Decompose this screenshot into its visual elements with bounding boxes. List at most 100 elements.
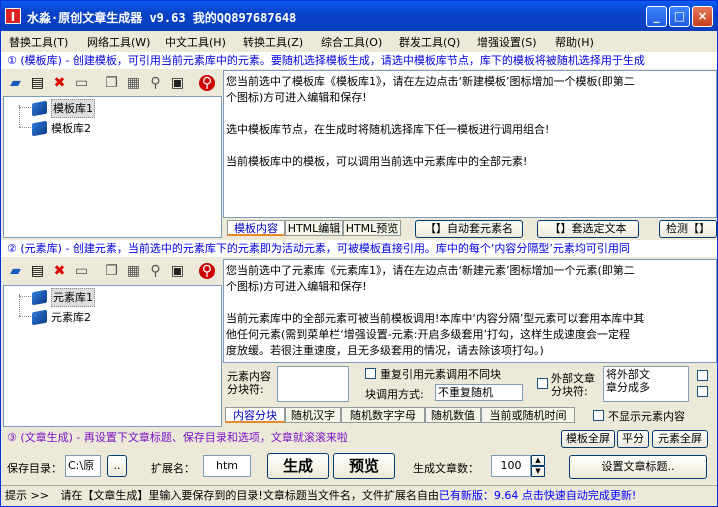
window-title: 水淼·原创文章生成器 v9.63 我的QQ897687648 [27,11,297,25]
extra-option-checkbox-2[interactable] [697,386,708,397]
menu-general-tools[interactable]: 综合工具(O) [321,34,382,50]
copy-icon[interactable]: ❐ [103,75,120,92]
set-article-title-button[interactable]: 设置文章标题.. [569,455,707,479]
menu-enhanced-settings[interactable]: 增强设置(S) [477,34,537,50]
extra-option-checkbox-1[interactable] [697,370,708,381]
save-icon[interactable]: ▣ [169,263,186,280]
extension-input[interactable]: htm [203,455,251,477]
template-section-heading: ① (模板库) - 创建模板，可引用当前元素库中的元素。要随机选择模板生成，请选… [1,52,717,69]
close-icon: × [697,9,708,23]
element-options-panel: 元素内容 分块符: 重复引用元素调用不同块 块调用方式: 不重复随机 外部文章 … [223,363,717,405]
hide-element-content-label: 不显示元素内容 [608,410,685,423]
external-article-checkbox[interactable] [537,378,548,389]
arrow-up-icon: ▲ [535,456,541,464]
apply-selected-text-button[interactable]: 【】套选定文本 [537,220,639,238]
update-link[interactable]: 已有新版：9.64 点击快速自动完成更新! [439,489,636,502]
tab-content-split[interactable]: 内容分块 [225,407,285,423]
tree-node-element-lib-1[interactable]: 元素库1 [32,288,95,307]
auto-apply-element-button[interactable]: 【】自动套元素名 [415,220,523,238]
tab-random-number[interactable]: 随机数值 [425,407,481,423]
repeat-call-label: 重复引用元素调用不同块 [380,368,501,381]
template-toolbar: ▰ ▤ ✖ ▭ ❐ ▦ ⚲ ▣ ⚲ [1,71,223,96]
save-icon[interactable]: ▣ [169,75,186,92]
element-fullscreen-button[interactable]: 元素全屏 [652,430,708,448]
menu-convert-tools[interactable]: 转换工具(Z) [243,34,303,50]
paste-icon[interactable]: ▦ [125,75,142,92]
app-window: I 水淼·原创文章生成器 v9.63 我的QQ897687648 _ □ × 替… [0,0,718,507]
status-prefix: 提示 >> [5,489,49,502]
menu-bar: 替换工具(T) 网络工具(W) 中文工具(H) 转换工具(Z) 综合工具(O) … [1,31,717,51]
menu-network-tools[interactable]: 网络工具(W) [87,34,150,50]
browse-button[interactable]: .. [107,455,127,477]
rename-icon[interactable]: ▭ [73,263,90,280]
clear-icon[interactable]: ⚲ [147,75,164,92]
search-icon[interactable]: ⚲ [199,75,215,91]
split-screen-button[interactable]: 平分 [617,430,649,448]
repeat-call-checkbox[interactable] [365,368,376,379]
new-library-icon[interactable]: ▰ [7,75,24,92]
template-content-area[interactable]: 您当前选中了模板库《模板库1》，请在左边点击‘新建模板’图标增加一个模板(即第二… [223,70,717,218]
tab-template-content[interactable]: 模板内容 [227,220,285,236]
app-icon[interactable]: I [5,8,21,24]
call-mode-label: 块调用方式: [365,388,424,401]
menu-chinese-tools[interactable]: 中文工具(H) [165,34,226,50]
book-icon [32,289,47,306]
external-splitter-label: 外部文章 分块符: [551,372,595,398]
maximize-icon: □ [673,9,686,23]
book-icon [32,309,47,325]
paste-icon[interactable]: ▦ [125,263,142,280]
element-section-heading: ② (元素库) - 创建元素，当前选中的元素库下的元素即为活动元素，可被模板直接… [1,240,717,257]
menu-replace-tools[interactable]: 替换工具(T) [9,34,68,50]
arrow-down-icon: ▼ [535,467,541,475]
element-toolbar: ▰ ▤ ✖ ▭ ❐ ▦ ⚲ ▣ ⚲ [1,259,223,284]
rename-icon[interactable]: ▭ [73,75,90,92]
detect-button[interactable]: 检测【】 [659,220,717,238]
template-fullscreen-button[interactable]: 模板全屏 [561,430,615,448]
delete-icon[interactable]: ✖ [51,263,68,280]
minimize-icon: _ [653,9,660,23]
maximize-button[interactable]: □ [669,6,690,27]
tree-node-template-lib-2[interactable]: 模板库2 [32,119,91,136]
template-tab-row: 模板内容 HTML编辑 HTML预览 【】自动套元素名 【】套选定文本 检测【】 [223,219,717,238]
content-splitter-label: 元素内容 分块符: [227,370,271,396]
new-element-icon[interactable]: ▤ [29,263,46,280]
generate-button[interactable]: 生成 [267,453,329,479]
tab-random-chinese[interactable]: 随机汉字 [285,407,341,423]
tab-html-edit[interactable]: HTML编辑 [285,220,343,236]
article-count-label: 生成文章数： [413,462,479,475]
new-template-icon[interactable]: ▤ [29,75,46,92]
search-icon[interactable]: ⚲ [199,263,215,279]
hide-element-content-checkbox[interactable] [593,410,604,421]
tab-current-or-random-time[interactable]: 当前或随机时间 [481,407,575,423]
save-dir-input[interactable]: C:\原 [65,455,101,477]
count-up-button[interactable]: ▲ [531,455,545,466]
call-mode-select[interactable]: 不重复随机 [435,384,523,401]
save-dir-label: 保存目录： [7,462,62,475]
minimize-button[interactable]: _ [646,6,667,27]
count-down-button[interactable]: ▼ [531,466,545,477]
copy-icon[interactable]: ❐ [103,263,120,280]
content-splitter-input[interactable] [277,366,349,402]
article-count-input[interactable]: 100 [491,455,531,477]
clear-icon[interactable]: ⚲ [147,263,164,280]
delete-icon[interactable]: ✖ [51,75,68,92]
element-tab-row: 内容分块 随机汉字 随机数字字母 随机数值 当前或随机时间 不显示元素内容 [223,406,717,425]
close-button[interactable]: × [692,6,713,27]
element-tree: 元素库1 元素库2 [3,285,222,427]
tab-html-preview[interactable]: HTML预览 [343,220,401,236]
tree-node-element-lib-2[interactable]: 元素库2 [32,308,91,325]
template-tree: 模板库1 模板库2 [3,96,222,238]
status-bar: 提示 >> 请在【文章生成】里输入要保存到的目录!文章标题当文件名，文件扩展名自… [1,485,717,506]
tab-random-alnum[interactable]: 随机数字字母 [341,407,425,423]
menu-mass-send-tools[interactable]: 群发工具(Q) [399,34,460,50]
tree-node-template-lib-1[interactable]: 模板库1 [32,99,95,118]
extension-label: 扩展名： [151,462,195,475]
element-content-area[interactable]: 您当前选中了元素库《元素库1》，请在左边点击‘新建元素’图标增加一个元素(即第二… [223,259,717,363]
title-bar[interactable]: I 水淼·原创文章生成器 v9.63 我的QQ897687648 _ □ × [1,1,717,31]
preview-button[interactable]: 预览 [333,453,395,479]
new-library-icon[interactable]: ▰ [7,263,24,280]
menu-help[interactable]: 帮助(H) [555,34,594,50]
external-splitter-input[interactable]: 将外部文 章分成多 [603,366,689,402]
book-icon [32,120,47,136]
status-text: 请在【文章生成】里输入要保存到的目录!文章标题当文件名，文件扩展名自由 [60,489,439,502]
